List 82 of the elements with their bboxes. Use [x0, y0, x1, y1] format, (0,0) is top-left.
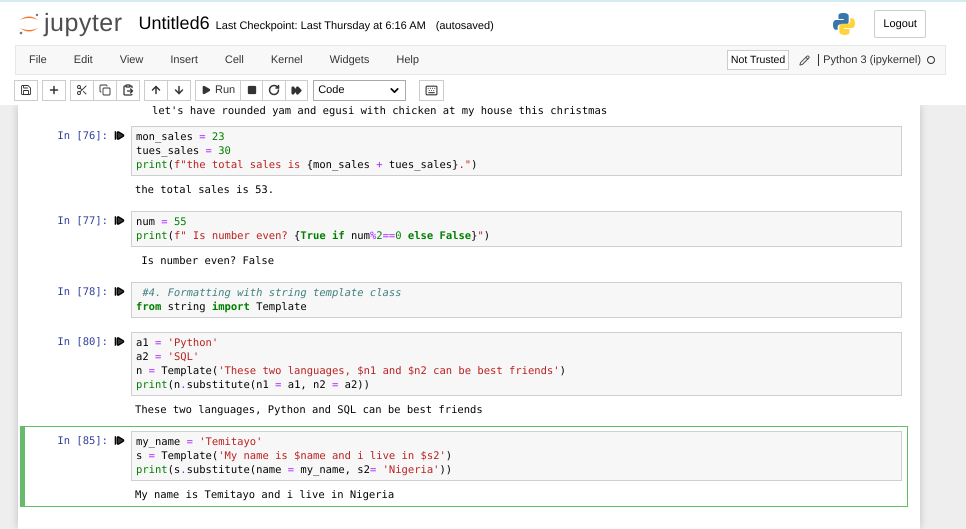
input-prompt: In [76]: — [56, 129, 108, 144]
menu-item[interactable]: Kernel — [270, 54, 303, 66]
stop-button[interactable] — [240, 80, 264, 100]
cell-output: the total sales is 53. — [134, 183, 276, 197]
paste-button[interactable] — [116, 80, 140, 100]
menu-item[interactable]: Help — [396, 54, 419, 66]
restart-button[interactable] — [262, 80, 286, 100]
fast-forward-icon — [291, 84, 302, 96]
cell-output: let's have rounded yam and egusi with chicken at my house this christmas — [151, 105, 608, 117]
cell-type-select[interactable]: Code — [313, 80, 406, 100]
menu-item[interactable]: File — [29, 54, 47, 66]
code-line: my_name = 'Temitayo' — [136, 435, 264, 449]
cell-output: Is number even? False — [140, 254, 276, 268]
code-cell[interactable]: In [80]: a1 = 'Python' a2 = 'SQL' n = Template('These two languages, $n1 and $n2 can be best friends') print(n.substitute(n1 = a1, n2 = a2)) These two languages, Python and SQL can be best friends — [20, 327, 908, 422]
copy-button[interactable] — [93, 80, 117, 100]
keyboard-icon — [425, 84, 438, 96]
input-prompt: In [85]: — [56, 434, 108, 449]
clipboard-icon — [122, 84, 134, 96]
trust-button[interactable]: Not Trusted — [726, 50, 790, 70]
run-cell-icon[interactable] — [114, 435, 125, 446]
copy-icon — [99, 84, 111, 96]
jupyter-logo-text: jupyter — [44, 9, 123, 38]
code-cell[interactable]: In [76]: mon_sales = 23 tues_sales = 30 print(f"the total sales is {mon_sales + tues_sales}.") the total sales is 53. — [20, 121, 908, 202]
checkpoint-text: Last Checkpoint: Last Thursday at 6:16 AM — [216, 20, 426, 32]
autosave-status: (autosaved) — [436, 20, 494, 32]
code-editor[interactable]: my_name = 'Temitayo' s = Template('My name is $name and i live in $s2') print(s.substitute(name = my_name, s2= 'Nigeria')) — [131, 431, 902, 481]
save-button[interactable] — [14, 80, 38, 100]
run-cell-icon[interactable] — [114, 286, 125, 297]
run-cell-icon[interactable] — [114, 336, 125, 347]
keyboard-button[interactable] — [419, 80, 444, 100]
code-line: tues_sales = 30 — [136, 144, 232, 158]
arrow-up-icon — [150, 84, 162, 96]
python-logo-icon — [832, 12, 856, 36]
input-prompt: In [78]: — [56, 285, 108, 300]
code-cell[interactable]: In [77]: num = 55 print(f" Is number even? {True if num%2==0 else False}") Is number even? False — [20, 206, 908, 273]
restart-icon — [268, 84, 280, 96]
menu-item[interactable]: Cell — [224, 54, 244, 66]
input-prompt: In [77]: — [56, 214, 108, 229]
jupyter-logo-icon — [18, 12, 40, 36]
code-editor[interactable]: num = 55 print(f" Is number even? {True if num%2==0 else False}") — [131, 211, 902, 247]
code-line: print(f"the total sales is {mon_sales + tues_sales}.") — [136, 158, 478, 172]
cell-output: These two languages, Python and SQL can be best friends — [134, 403, 484, 417]
cell-output: My name is Temitayo and i live in Nigeria — [134, 488, 396, 502]
selected-code-cell[interactable]: In [85]: my_name = 'Temitayo' s = Template('My name is $name and i live in $s2') print(s.substitute(name = my_name, s2= 'Nigeria')) My name is Temitayo and i live in Nigeria — [20, 426, 908, 507]
code-line: a2 = 'SQL' — [136, 350, 200, 364]
code-line: #4. Formatting with string template class — [141, 286, 403, 300]
stop-icon — [246, 85, 257, 95]
run-all-button[interactable] — [285, 80, 308, 100]
cut-button[interactable] — [70, 80, 94, 100]
code-line: from string import Template — [136, 300, 308, 314]
scissors-icon — [76, 84, 88, 96]
code-line: print(s.substitute(name = my_name, s2= 'Nigeria')) — [136, 463, 454, 477]
logout-button[interactable]: Logout — [874, 10, 926, 38]
code-line: print(n.substitute(n1 = a1, n2 = a2)) — [136, 378, 371, 392]
run-cell-icon[interactable] — [114, 130, 125, 141]
add-cell-button[interactable] — [42, 80, 66, 100]
code-line: print(f" Is number even? {True if num%2==0 else False}") — [136, 229, 492, 243]
menu-item[interactable]: Edit — [74, 54, 93, 66]
code-cell[interactable]: In [78]: #4. Formatting with string template class from string import Template — [20, 277, 908, 323]
plus-icon — [48, 84, 60, 96]
menu-item[interactable]: Insert — [170, 54, 198, 66]
move-up-button[interactable] — [144, 80, 168, 100]
kernel-name[interactable]: Python 3 (ipykernel) — [818, 54, 921, 66]
code-line: n = Template('These two languages, $n1 and $n2 can be best friends') — [136, 364, 567, 378]
code-line: a1 = 'Python' — [136, 336, 220, 350]
input-prompt: In [80]: — [56, 335, 108, 350]
pencil-icon[interactable] — [799, 54, 810, 66]
move-down-button[interactable] — [167, 80, 191, 100]
code-editor[interactable]: a1 = 'Python' a2 = 'SQL' n = Template('These two languages, $n1 and $n2 can be best friends') print(n.substitute(n1 = a1, n2 = a2)) — [131, 332, 902, 396]
code-editor[interactable]: #4. Formatting with string template class from string import Template — [131, 282, 902, 318]
save-icon — [20, 84, 32, 96]
run-cell-icon[interactable] — [114, 215, 125, 226]
code-line: num = 55 — [136, 215, 188, 229]
arrow-down-icon — [173, 84, 185, 96]
play-icon — [201, 85, 211, 95]
notebook-name[interactable]: Untitled6 — [138, 13, 210, 34]
menu-item[interactable]: Widgets — [330, 54, 370, 66]
code-editor[interactable]: mon_sales = 23 tues_sales = 30 print(f"the total sales is {mon_sales + tues_sales}.") — [131, 126, 902, 176]
run-button[interactable]: Run — [195, 80, 242, 100]
code-line: s = Template('My name is $name and i live in $s2') — [136, 449, 454, 463]
menu-item[interactable]: View — [120, 54, 144, 66]
code-line: mon_sales = 23 — [136, 130, 226, 144]
